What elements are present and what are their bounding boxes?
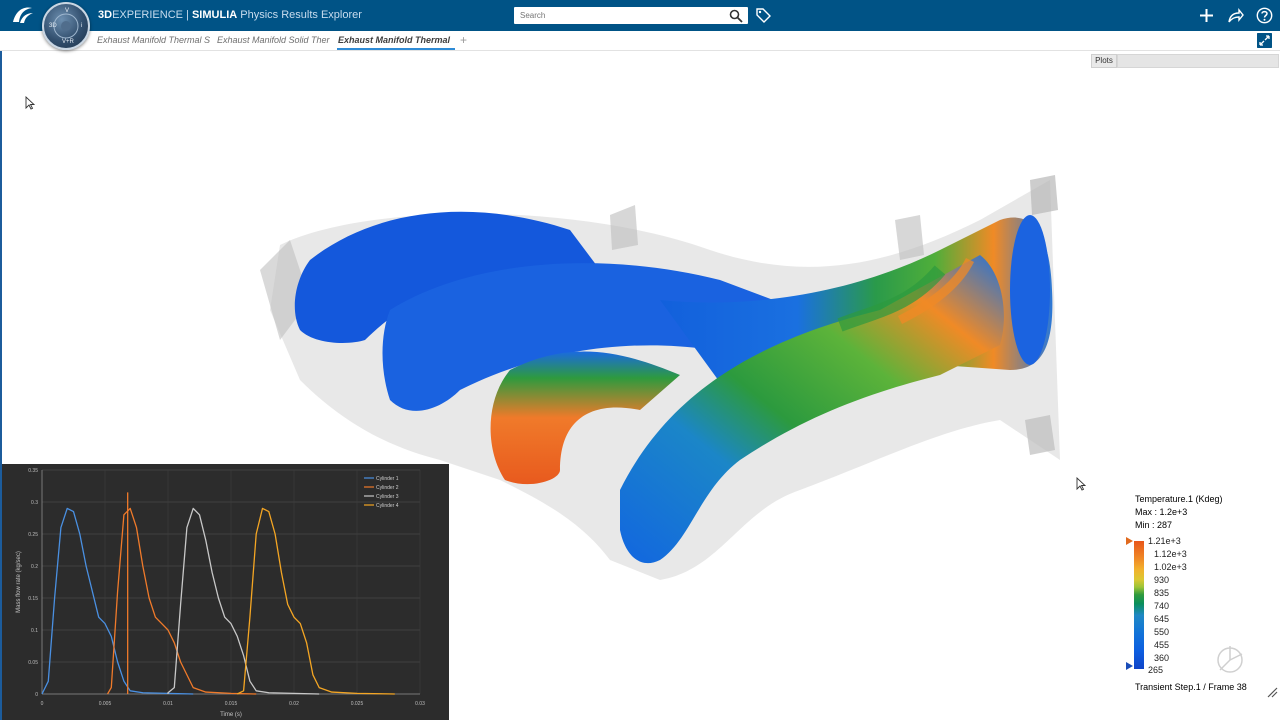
- x-tick-label: 0.025: [351, 701, 364, 707]
- tag-icon[interactable]: [755, 7, 771, 23]
- tab-bar: Exhaust Manifold Thermal S Exhaust Manif…: [0, 31, 1280, 51]
- y-tick-label: 0.3: [31, 500, 38, 506]
- ds-logo-icon[interactable]: [10, 4, 36, 26]
- x-tick-label: 0.01: [163, 701, 173, 707]
- mass-flow-plot-panel[interactable]: 0 0.05 0.1 0.15 0.2 0.25 0.3 0.35 0 0.005 0.01 0.01…: [2, 464, 449, 720]
- legend-label: Cylinder 3: [376, 494, 399, 500]
- x-tick-label: 0: [41, 701, 44, 707]
- y-tick-label: 0.05: [28, 660, 38, 666]
- color-bar-tick: 1.21e+3: [1148, 536, 1181, 546]
- legend-label: Cylinder 2: [376, 485, 399, 491]
- color-bar-tick: 455: [1154, 640, 1170, 650]
- tab-exhaust-solid-thermal[interactable]: Exhaust Manifold Solid Ther: [217, 35, 332, 45]
- search-input[interactable]: [514, 7, 748, 24]
- y-tick-label: 0: [35, 692, 38, 698]
- x-axis-label: Time (s): [220, 712, 242, 718]
- cursor-icon: [25, 96, 35, 110]
- plots-bar: [1117, 54, 1279, 68]
- app-name: Physics Results Explorer: [240, 9, 362, 21]
- compass-icon[interactable]: 3D V i V+R: [42, 2, 90, 50]
- plots-button[interactable]: Plots: [1091, 54, 1117, 68]
- series-line-2: [106, 507, 257, 695]
- app-window: 3DEXPERIENCE | SIMULIA Physics Results E…: [0, 0, 1280, 720]
- color-bar-tick: 550: [1154, 627, 1170, 637]
- x-tick-label: 0.015: [225, 701, 238, 707]
- color-bar-tick: 740: [1154, 601, 1170, 611]
- color-bar-min-marker[interactable]: [1126, 662, 1133, 670]
- add-tab-icon[interactable]: +: [460, 33, 467, 47]
- y-tick-label: 0.35: [28, 468, 38, 474]
- y-tick-label: 0.15: [28, 596, 38, 602]
- color-bar-tick: 360: [1154, 653, 1170, 663]
- color-bar-tick: 645: [1154, 614, 1170, 624]
- tab-exhaust-thermal-s[interactable]: Exhaust Manifold Thermal S: [97, 35, 212, 45]
- legend-label: Cylinder 1: [376, 476, 399, 482]
- color-bar-tick: 835: [1154, 588, 1170, 598]
- mass-flow-chart: 0 0.05 0.1 0.15 0.2 0.25 0.3 0.35 0 0.005 0.01 0.01…: [16, 468, 425, 718]
- x-tick-label: 0.03: [415, 701, 425, 707]
- temperature-color-bar[interactable]: [1134, 541, 1144, 669]
- y-axis-label: Mass flow rate (kg/sec): [16, 551, 22, 613]
- color-bar-tick: 265: [1148, 665, 1164, 675]
- search-icon[interactable]: [729, 9, 743, 23]
- top-bar: 3DEXPERIENCE | SIMULIA Physics Results E…: [0, 0, 1280, 31]
- resize-handle-icon[interactable]: [1266, 686, 1278, 698]
- brand-3d: 3D: [98, 9, 113, 21]
- y-tick-label: 0.1: [31, 628, 38, 634]
- active-tab-indicator: [337, 48, 455, 50]
- x-tick-label: 0.02: [289, 701, 299, 707]
- legend-max: Max : 1.2e+3: [1135, 507, 1188, 517]
- brand-app: SIMULIA: [191, 9, 238, 21]
- axis-triad-icon[interactable]: [1210, 640, 1250, 680]
- help-icon[interactable]: [1256, 7, 1273, 24]
- legend-frame-label: Transient Step.1 / Frame 38: [1135, 682, 1247, 692]
- brand-experience: EXPERIENCE: [112, 9, 183, 21]
- color-bar-tick: 930: [1154, 575, 1170, 585]
- legend-label: Cylinder 4: [376, 503, 399, 509]
- x-tick-label: 0.005: [99, 701, 112, 707]
- brand-separator: |: [186, 9, 189, 21]
- plus-icon[interactable]: [1198, 7, 1215, 24]
- color-bar-max-marker[interactable]: [1126, 537, 1133, 545]
- y-tick-label: 0.25: [28, 532, 38, 538]
- color-bar-tick: 1.12e+3: [1154, 549, 1187, 559]
- series-line-3: [167, 507, 320, 695]
- color-bar-tick: 1.02e+3: [1154, 562, 1187, 572]
- expand-icon[interactable]: [1257, 33, 1272, 48]
- compass-dial-icon: [53, 13, 79, 39]
- app-title: 3DEXPERIENCE | SIMULIA Physics Results E…: [98, 9, 362, 21]
- share-icon[interactable]: [1227, 7, 1244, 24]
- series-line-4: [237, 507, 395, 695]
- y-tick-label: 0.2: [31, 564, 38, 570]
- legend-title: Temperature.1 (Kdeg): [1135, 494, 1223, 504]
- legend-min: Min : 287: [1135, 520, 1173, 530]
- tab-exhaust-thermal-active[interactable]: Exhaust Manifold Thermal: [338, 35, 456, 45]
